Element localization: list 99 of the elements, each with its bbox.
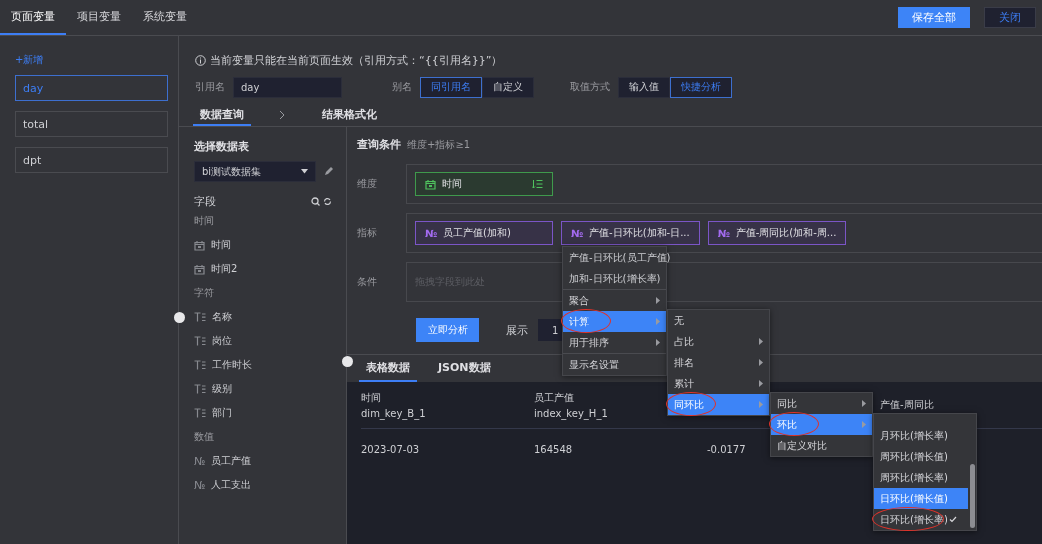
variable-item[interactable]: total: [15, 111, 168, 137]
analyze-button[interactable]: 立即分析: [416, 318, 479, 342]
measure-pill[interactable]: № 员工产值(加和): [415, 221, 553, 245]
alias-option[interactable]: 同引用名: [420, 76, 482, 98]
column-key: index_key_H_1: [534, 408, 608, 419]
field-label: 引用名: [195, 80, 225, 94]
menu-item[interactable]: 周环比(增长率): [874, 467, 968, 488]
text-field-icon: [194, 360, 206, 370]
field-group-title: 数值: [194, 430, 215, 444]
query-hint: 维度+指标≥1: [407, 138, 471, 152]
menu-item[interactable]: 同环比: [668, 394, 769, 415]
column-key: dim_key_B_1: [361, 408, 426, 419]
text-field-icon: [194, 384, 206, 394]
show-label: 展示: [506, 322, 528, 338]
refresh-icon[interactable]: [323, 196, 332, 206]
text-field-icon: [194, 312, 206, 322]
sort-icon[interactable]: [532, 179, 543, 189]
section-title: 选择数据表: [194, 139, 250, 155]
search-icon[interactable]: [311, 196, 320, 206]
close-button[interactable]: 关闭: [984, 7, 1036, 28]
reference-name-input[interactable]: day: [233, 76, 342, 98]
scrollbar-thumb[interactable]: [970, 464, 975, 528]
field-group-title: 字符: [194, 286, 215, 300]
field-item[interactable]: 级别: [212, 382, 232, 396]
info-icon: [195, 54, 206, 66]
collapse-handle[interactable]: [174, 312, 185, 323]
submenu-arrow-icon: [862, 400, 866, 407]
field-label: 取值方式: [570, 80, 610, 94]
variable-item[interactable]: dpt: [15, 147, 168, 173]
table-cell: 2023-07-03: [361, 443, 420, 455]
measure-pill[interactable]: № 产值-日环比(加和-日...: [561, 221, 700, 245]
text-field-icon: [194, 408, 206, 418]
submenu-arrow-icon: [656, 318, 660, 325]
menu-item[interactable]: 排名: [668, 352, 769, 373]
result-tab[interactable]: JSON数据: [431, 355, 498, 382]
menu-item[interactable]: 累计: [668, 373, 769, 394]
submenu-arrow-icon: [759, 338, 763, 345]
field-item[interactable]: 时间: [211, 238, 231, 252]
page-tab[interactable]: 项目变量: [66, 0, 132, 35]
save-all-button[interactable]: 保存全部: [898, 7, 970, 28]
alias-option[interactable]: 自定义: [482, 76, 534, 98]
row-label: 指标: [357, 226, 378, 240]
menu-item[interactable]: 月环比(增长率): [874, 425, 968, 446]
table-cell: 164548: [534, 443, 573, 455]
measure-pill[interactable]: № 产值-周同比(加和-周...: [707, 221, 847, 245]
field-group-title: 时间: [194, 214, 215, 228]
section-title: 查询条件: [357, 137, 401, 152]
calendar-icon: [194, 263, 205, 275]
menu-item[interactable]: 无: [668, 310, 769, 331]
field-item[interactable]: 名称: [212, 310, 232, 324]
menu-item[interactable]: 周环比(增长值): [874, 446, 968, 467]
value-mode-option[interactable]: 输入值: [618, 76, 670, 98]
field-item[interactable]: 部门: [212, 406, 232, 420]
text-field-icon: [194, 336, 206, 346]
column-header: 员工产值: [534, 391, 574, 405]
submenu-arrow-icon: [759, 359, 763, 366]
field-item[interactable]: 时间2: [211, 262, 238, 276]
menu-item[interactable]: 同比: [771, 393, 872, 414]
submenu-arrow-icon: [759, 401, 763, 408]
menu-item[interactable]: 加和-日环比(增长率): [563, 268, 666, 289]
field-item[interactable]: 岗位: [212, 334, 232, 348]
column-header: 产值-周同比: [880, 398, 934, 412]
menu-item[interactable]: 日环比(增长值): [874, 488, 968, 509]
drop-zone[interactable]: 时间: [406, 164, 1042, 204]
number-glyph: №: [194, 454, 206, 468]
dataset-dropdown[interactable]: bi测试数据集: [194, 161, 316, 182]
field-label: 别名: [392, 80, 412, 94]
field-item[interactable]: 员工产值: [211, 454, 252, 468]
collapse-handle[interactable]: [342, 356, 353, 367]
drop-zone[interactable]: № 员工产值(加和) № 产值-日环比(加和-日... № 产值-周同比(加和-周...: [406, 213, 1042, 253]
page-tab[interactable]: 系统变量: [132, 0, 198, 35]
menu-item[interactable]: 显示名设置: [563, 353, 666, 375]
calendar-icon: [194, 239, 205, 251]
notice-text: 当前变量只能在当前页面生效（引用方式：“{{引用名}}”）: [210, 52, 503, 68]
submenu-arrow-icon: [862, 421, 866, 428]
field-item[interactable]: 工作时长: [212, 358, 252, 372]
submenu-arrow-icon: [656, 339, 660, 346]
row-label: 维度: [357, 177, 378, 191]
table-cell: -0.0177: [707, 443, 746, 455]
column-header: 时间: [361, 391, 381, 405]
pencil-icon[interactable]: [324, 167, 333, 176]
fields-title: 字段: [194, 193, 216, 209]
calendar-icon: [425, 178, 436, 190]
submenu-arrow-icon: [656, 297, 660, 304]
field-item[interactable]: 人工支出: [211, 478, 252, 492]
step-tab[interactable]: 数据查询: [193, 104, 251, 126]
caret-icon: [301, 169, 308, 174]
dimension-pill[interactable]: 时间: [415, 172, 553, 196]
submenu-arrow-icon: [759, 380, 763, 387]
step-tab[interactable]: 结果格式化: [315, 104, 384, 126]
value-mode-option[interactable]: 快捷分析: [670, 76, 732, 98]
number-glyph: №: [194, 478, 206, 492]
menu-item[interactable]: 占比: [668, 331, 769, 352]
chevron-right-icon: [279, 110, 285, 120]
menu-item[interactable]: 计算: [563, 311, 666, 332]
menu-item[interactable]: 环比: [771, 414, 872, 435]
page-tab[interactable]: 页面变量: [0, 0, 66, 35]
menu-item[interactable]: 自定义对比: [771, 435, 872, 456]
row-label: 条件: [357, 275, 378, 289]
